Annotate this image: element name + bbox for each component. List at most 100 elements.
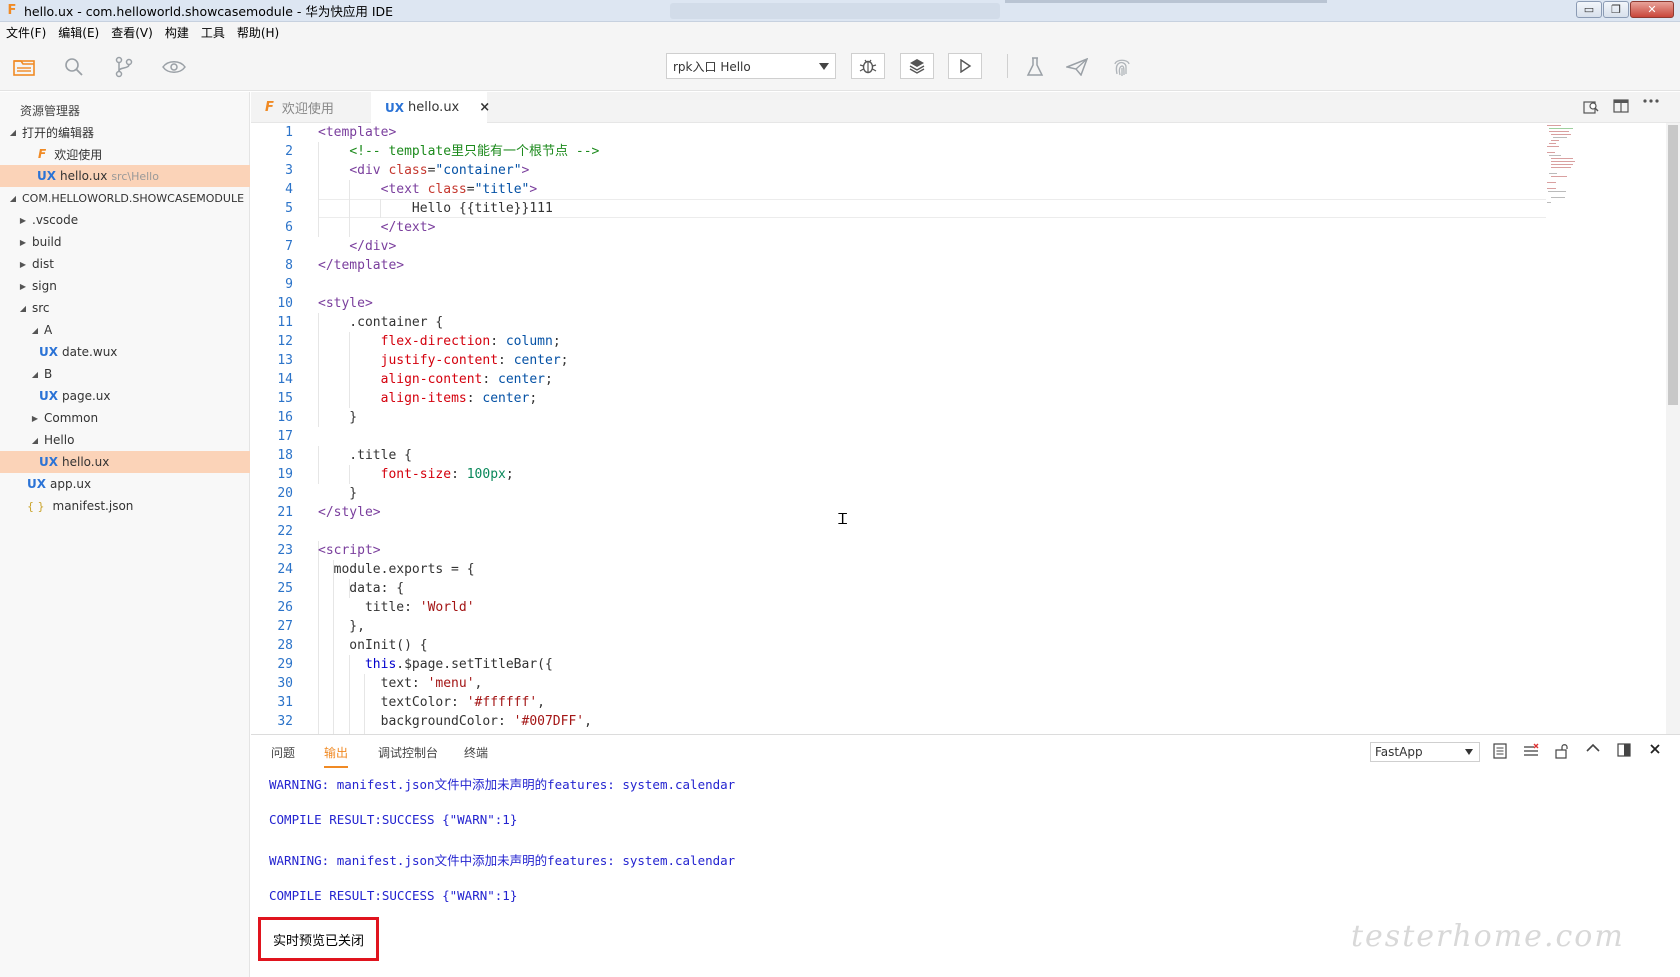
- tab-debug-console[interactable]: 调试控制台: [378, 744, 438, 761]
- tree-item-common[interactable]: ▶ Common: [0, 407, 250, 429]
- split-editor-icon[interactable]: [1606, 99, 1636, 115]
- toolbar-divider: [1007, 54, 1008, 78]
- lock-scroll-icon[interactable]: [1546, 743, 1577, 759]
- open-editors-section[interactable]: ◢ 打开的编辑器: [0, 121, 250, 143]
- line-number: 13: [277, 353, 293, 368]
- menu-view[interactable]: 查看(V): [105, 24, 159, 41]
- line-number: 15: [277, 391, 293, 406]
- output-line: WARNING: manifest.json文件中添加未声明的features:…: [269, 777, 736, 792]
- maximize-panel-chevron-up-icon[interactable]: [1577, 743, 1608, 759]
- minimize-button[interactable]: ▭: [1576, 1, 1602, 18]
- chevron-down-icon: ◢: [31, 369, 39, 379]
- live-preview-closed-notice: 实时预览已关闭: [258, 917, 379, 961]
- close-tab-icon[interactable]: ×: [479, 100, 490, 115]
- open-editor-welcome[interactable]: F 欢迎使用: [0, 143, 250, 165]
- tree-item-page-ux[interactable]: UX page.ux: [0, 385, 250, 407]
- code-line: this.$page.setTitleBar({: [364, 657, 553, 672]
- menu-build[interactable]: 构建: [159, 24, 195, 41]
- close-panel-icon[interactable]: [1639, 743, 1670, 759]
- line-number: 20: [277, 486, 293, 501]
- line-number: 7: [285, 239, 293, 254]
- open-log-file-icon[interactable]: [1484, 743, 1515, 759]
- chevron-down-icon: ◢: [9, 127, 17, 137]
- bug-icon: [859, 59, 877, 74]
- code-line: </template>: [318, 258, 405, 273]
- line-number: 31: [277, 695, 293, 710]
- tree-item-date-wux[interactable]: UX date.wux: [0, 341, 250, 363]
- project-root[interactable]: ◢ COM.HELLOWORLD.SHOWCASEMODULE: [0, 187, 250, 209]
- code-line: font-size: 100px;: [380, 467, 514, 482]
- search-icon[interactable]: [62, 55, 86, 79]
- tree-item-vscode[interactable]: ▶ .vscode: [0, 209, 250, 231]
- code-line: <script>: [318, 543, 381, 558]
- open-editor-hello-ux[interactable]: UX hello.ux src\Hello: [0, 165, 250, 187]
- editor-scrollbar[interactable]: [1666, 123, 1680, 734]
- explorer-icon[interactable]: [12, 55, 36, 79]
- restore-button[interactable]: ❐: [1603, 1, 1629, 18]
- tree-item-app-ux[interactable]: UX app.ux: [0, 473, 250, 495]
- open-preview-icon[interactable]: [1576, 99, 1606, 115]
- debug-button[interactable]: [851, 53, 885, 79]
- panel-actions: [1484, 743, 1670, 759]
- chevron-down-icon: ◢: [19, 303, 27, 313]
- code-line: .container {: [318, 315, 444, 330]
- tab-terminal[interactable]: 终端: [464, 744, 488, 761]
- welcome-file-icon: F: [265, 100, 274, 115]
- tab-welcome[interactable]: F 欢迎使用: [257, 92, 369, 123]
- ux-file-icon: UX: [385, 100, 404, 115]
- code-line: <style>: [318, 296, 373, 311]
- source-control-icon[interactable]: [112, 55, 136, 79]
- code-line: <template>: [318, 125, 397, 140]
- output-line: COMPILE RESULT:SUCCESS {"WARN":1}: [269, 812, 518, 827]
- menu-help[interactable]: 帮助(H): [231, 24, 285, 41]
- minimap[interactable]: [1547, 123, 1587, 203]
- clear-output-icon[interactable]: [1515, 743, 1546, 759]
- chevron-down-icon: ◢: [9, 193, 17, 203]
- tree-item-hello[interactable]: ◢ Hello: [0, 429, 250, 451]
- test-flask-icon[interactable]: [1023, 55, 1047, 79]
- build-button[interactable]: [900, 53, 934, 79]
- tree-item-manifest-json[interactable]: { } manifest.json: [0, 495, 250, 517]
- close-window-button[interactable]: ✕: [1630, 1, 1674, 18]
- line-number: 30: [277, 676, 293, 691]
- json-file-icon: { }: [27, 499, 45, 513]
- tree-item-hello-ux[interactable]: UX hello.ux: [0, 451, 250, 473]
- code-text[interactable]: <template> <!-- template里只能有一个根节点 --> <d…: [318, 123, 1598, 734]
- code-line: onInit() {: [318, 638, 428, 653]
- toggle-panel-layout-icon[interactable]: [1608, 743, 1639, 759]
- line-number: 16: [277, 410, 293, 425]
- menu-edit[interactable]: 编辑(E): [52, 24, 105, 41]
- output-channel-select[interactable]: FastApp: [1370, 742, 1480, 762]
- tree-item-src[interactable]: ◢ src: [0, 297, 250, 319]
- chevron-down-icon: [1465, 749, 1473, 755]
- code-line: align-content: center;: [380, 372, 553, 387]
- tree-item-folder-a[interactable]: ◢ A: [0, 319, 250, 341]
- fingerprint-icon[interactable]: [1110, 55, 1134, 79]
- tree-item-folder-b[interactable]: ◢ B: [0, 363, 250, 385]
- send-icon[interactable]: [1065, 55, 1089, 79]
- code-line: Hello {{title}}111: [318, 201, 553, 216]
- preview-eye-icon[interactable]: [162, 55, 186, 79]
- output-line: COMPILE RESULT:SUCCESS {"WARN":1}: [269, 888, 518, 903]
- ux-file-icon: UX: [39, 389, 58, 403]
- run-button[interactable]: [948, 53, 982, 79]
- menu-file[interactable]: 文件(F): [0, 24, 52, 41]
- menu-bar: 文件(F) 编辑(E) 查看(V) 构建 工具 帮助(H): [0, 22, 1680, 43]
- line-number: 18: [277, 448, 293, 463]
- file-path-hint: src\Hello: [111, 169, 159, 183]
- chevron-right-icon: ▶: [19, 215, 27, 225]
- code-line: .title {: [318, 448, 412, 463]
- tab-output[interactable]: 输出: [324, 744, 349, 768]
- run-target-select[interactable]: rpk入口 Hello: [666, 53, 836, 79]
- menu-tools[interactable]: 工具: [195, 24, 231, 41]
- more-actions-icon[interactable]: [1636, 99, 1666, 115]
- line-number: 17: [277, 429, 293, 444]
- tree-item-sign[interactable]: ▶ sign: [0, 275, 250, 297]
- tab-problems[interactable]: 问题: [271, 744, 295, 761]
- scrollbar-thumb[interactable]: [1668, 125, 1678, 405]
- tree-item-build[interactable]: ▶ build: [0, 231, 250, 253]
- line-number: 9: [285, 277, 293, 292]
- tree-item-dist[interactable]: ▶ dist: [0, 253, 250, 275]
- code-editor[interactable]: 1 2 3 4 5 6 7 8 9 10 11 12 13 14 15 16 1…: [251, 123, 1680, 734]
- tab-hello-ux[interactable]: UX hello.ux ×: [371, 92, 490, 123]
